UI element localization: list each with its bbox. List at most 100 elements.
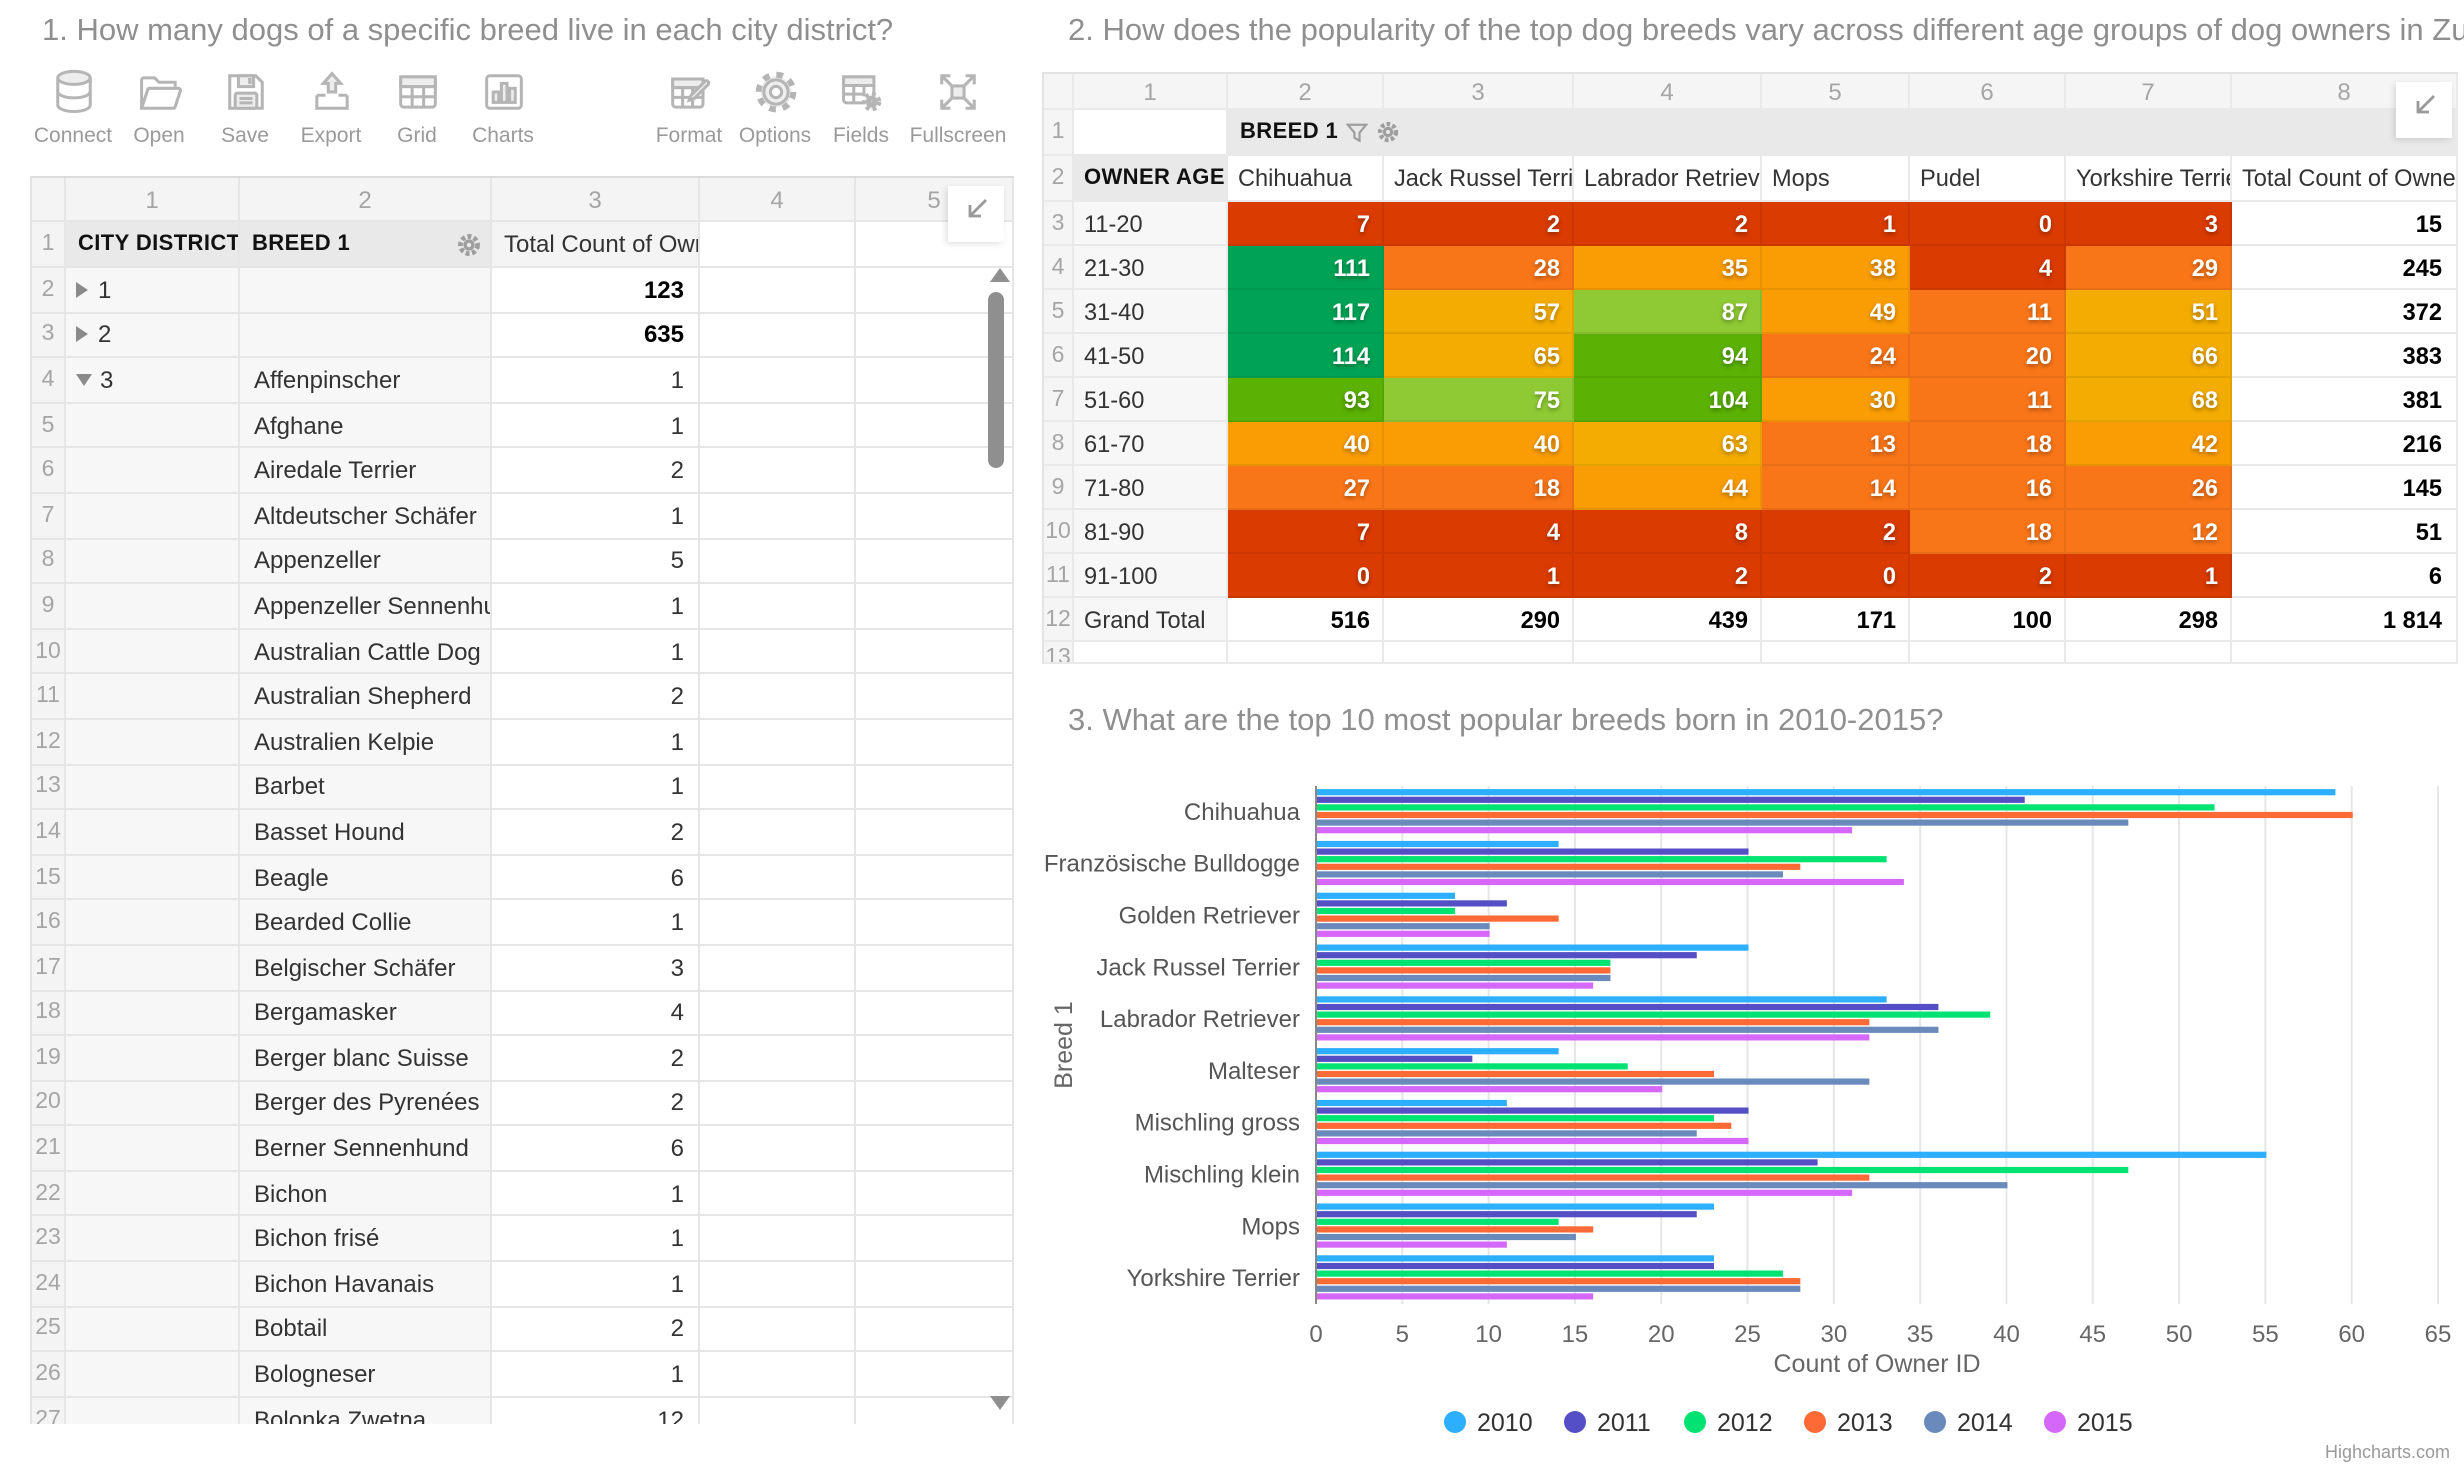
breed-cell[interactable]: Barbet: [240, 765, 492, 810]
bar-2014[interactable]: [1317, 1182, 2007, 1188]
bar-2011[interactable]: [1317, 900, 1507, 906]
bar-2013[interactable]: [1317, 967, 1610, 973]
heatmap-cell[interactable]: 66: [2066, 334, 2232, 378]
bar-2015[interactable]: [1317, 1086, 1662, 1092]
bar-2015[interactable]: [1317, 879, 1904, 885]
heatmap-cell[interactable]: 49: [1762, 290, 1910, 334]
member-cell[interactable]: [66, 1172, 240, 1217]
heatmap-cell[interactable]: 11: [1910, 378, 2066, 422]
value-cell[interactable]: 5: [492, 539, 700, 584]
legend-item-2013[interactable]: 2013: [1804, 1409, 1893, 1437]
grid1-collapse-button[interactable]: [948, 186, 1004, 242]
breed-cell[interactable]: Australian Cattle Dog: [240, 630, 492, 675]
heatmap-cell[interactable]: 4: [1384, 510, 1574, 554]
collapse-triangle-icon[interactable]: [76, 374, 92, 386]
breed-cell[interactable]: Australien Kelpie: [240, 720, 492, 765]
member-cell[interactable]: [66, 720, 240, 765]
breed-cell[interactable]: Affenpinscher: [240, 358, 492, 403]
heatmap-cell[interactable]: 75: [1384, 378, 1574, 422]
value-cell[interactable]: 2: [492, 1307, 700, 1352]
value-cell[interactable]: 1: [492, 584, 700, 629]
value-cell[interactable]: 123: [492, 268, 700, 313]
heatmap-cell[interactable]: 117: [1228, 290, 1384, 334]
heatmap-cell[interactable]: 18: [1384, 466, 1574, 510]
value-cell[interactable]: 635: [492, 313, 700, 358]
field-breed-1[interactable]: BREED 1: [240, 222, 492, 268]
heatmap-cell[interactable]: 104: [1574, 378, 1762, 422]
toolbar-options-button[interactable]: Options: [732, 66, 818, 148]
member-cell[interactable]: [66, 1217, 240, 1262]
value-cell[interactable]: 1: [492, 1262, 700, 1307]
member-cell[interactable]: [66, 494, 240, 539]
row-total-cell[interactable]: 383: [2232, 334, 2458, 378]
bar-2012[interactable]: [1317, 1271, 1783, 1277]
bar-2013[interactable]: [1317, 812, 2353, 818]
scroll-up-arrow-icon[interactable]: [990, 268, 1010, 282]
breed-cell[interactable]: Bologneser: [240, 1353, 492, 1398]
heatmap-cell[interactable]: 93: [1228, 378, 1384, 422]
bar-2013[interactable]: [1317, 1123, 1731, 1129]
field-city-district[interactable]: CITY DISTRICT: [66, 222, 240, 268]
legend-item-2015[interactable]: 2015: [2044, 1409, 2133, 1437]
bar-2015[interactable]: [1317, 1293, 1593, 1299]
row-total-cell[interactable]: 372: [2232, 290, 2458, 334]
member-cell[interactable]: [66, 991, 240, 1036]
heatmap-cell[interactable]: 3: [2066, 202, 2232, 246]
member-cell[interactable]: 2: [66, 313, 240, 358]
heatmap-cell[interactable]: 65: [1384, 334, 1574, 378]
heatmap-cell[interactable]: 63: [1574, 422, 1762, 466]
grand-total-cell[interactable]: 171: [1762, 598, 1910, 642]
breed-cell[interactable]: Beagle: [240, 855, 492, 900]
heatmap-cell[interactable]: 2: [1574, 202, 1762, 246]
scroll-down-arrow-icon[interactable]: [990, 1396, 1010, 1410]
heatmap-cell[interactable]: 12: [2066, 510, 2232, 554]
bar-2012[interactable]: [1317, 908, 1455, 914]
heatmap-cell[interactable]: 38: [1762, 246, 1910, 290]
legend-item-2012[interactable]: 2012: [1684, 1409, 1773, 1437]
member-cell[interactable]: [66, 584, 240, 629]
row-total-cell[interactable]: 15: [2232, 202, 2458, 246]
value-cell[interactable]: 1: [492, 1172, 700, 1217]
value-cell[interactable]: 2: [492, 1081, 700, 1126]
heatmap-cell[interactable]: 13: [1762, 422, 1910, 466]
heatmap-cell[interactable]: 68: [2066, 378, 2232, 422]
row-total-cell[interactable]: 6: [2232, 554, 2458, 598]
breed-cell[interactable]: Berger blanc Suisse: [240, 1036, 492, 1081]
row-total-cell[interactable]: 381: [2232, 378, 2458, 422]
heatmap-cell[interactable]: 26: [2066, 466, 2232, 510]
bar-2015[interactable]: [1317, 983, 1593, 989]
toolbar-charts-button[interactable]: Charts: [460, 66, 546, 148]
toolbar-open-button[interactable]: Open: [116, 66, 202, 148]
heatmap-cell[interactable]: 4: [1910, 246, 2066, 290]
grand-total-cell[interactable]: 290: [1384, 598, 1574, 642]
breed-cell[interactable]: Bobtail: [240, 1307, 492, 1352]
member-cell[interactable]: [66, 810, 240, 855]
heatmap-cell[interactable]: 1: [1384, 554, 1574, 598]
value-cell[interactable]: 2: [492, 675, 700, 720]
breed-cell[interactable]: [240, 268, 492, 313]
grand-total-cell[interactable]: 516: [1228, 598, 1384, 642]
toolbar-fullscreen-button[interactable]: Fullscreen: [904, 66, 1012, 148]
bar-2010[interactable]: [1317, 1152, 2266, 1158]
heatmap-cell[interactable]: 2: [1384, 202, 1574, 246]
bar-2012[interactable]: [1317, 1063, 1628, 1069]
bar-2014[interactable]: [1317, 923, 1490, 929]
field-breed-1[interactable]: BREED 1: [1228, 110, 2458, 156]
expand-triangle-icon[interactable]: [76, 327, 88, 343]
row-total-cell[interactable]: 1 814: [2232, 598, 2458, 642]
value-cell[interactable]: 1: [492, 1353, 700, 1398]
breed-cell[interactable]: Appenzeller Sennenhund: [240, 584, 492, 629]
breed-cell[interactable]: Bichon: [240, 1172, 492, 1217]
heatmap-cell[interactable]: 51: [2066, 290, 2232, 334]
value-cell[interactable]: 1: [492, 404, 700, 449]
heatmap-cell[interactable]: 0: [1762, 554, 1910, 598]
bar-2010[interactable]: [1317, 789, 2335, 795]
breed-cell[interactable]: Airedale Terrier: [240, 449, 492, 494]
bar-2011[interactable]: [1317, 1263, 1714, 1269]
bar-2010[interactable]: [1317, 996, 1887, 1002]
value-cell[interactable]: 4: [492, 991, 700, 1036]
breed-cell[interactable]: Bergamasker: [240, 991, 492, 1036]
bar-2015[interactable]: [1317, 1190, 1852, 1196]
bar-2014[interactable]: [1317, 871, 1783, 877]
heatmap-cell[interactable]: 2: [1762, 510, 1910, 554]
